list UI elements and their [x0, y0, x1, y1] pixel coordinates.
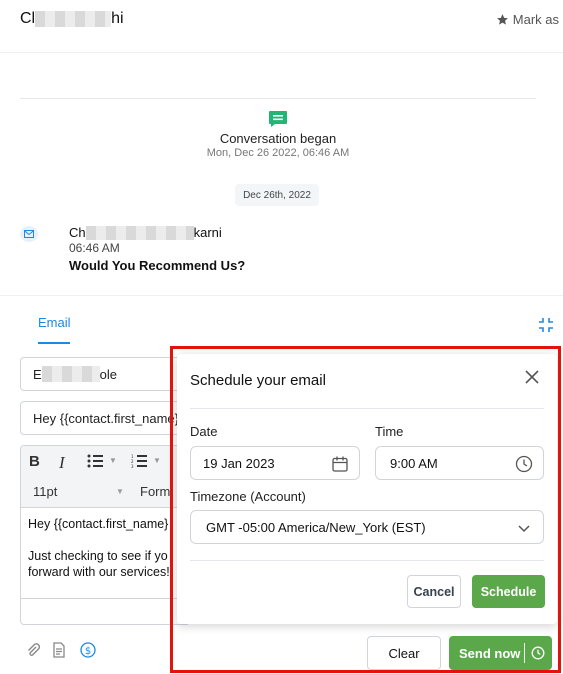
mark-as-button[interactable]: Mark as — [496, 12, 559, 27]
time-value: 9:00 AM — [390, 455, 438, 471]
chevron-down-icon[interactable] — [515, 519, 533, 537]
body-line: forward with our services! — [28, 565, 170, 579]
redacted-block — [85, 225, 194, 240]
date-input[interactable]: 19 Jan 2023 — [190, 446, 360, 480]
tab-email[interactable]: Email — [38, 315, 71, 330]
editor-body[interactable]: Hey {{contact.first_name} Just checking … — [28, 516, 170, 580]
sender-name-start: Ch — [69, 225, 86, 240]
date-value: 19 Jan 2023 — [203, 455, 275, 471]
sender-name-end: karni — [193, 225, 222, 240]
from-value-start: E — [33, 366, 42, 382]
close-icon[interactable] — [523, 368, 541, 386]
subject-field[interactable]: Hey {{contact.first_name} — [20, 401, 190, 435]
clock-icon[interactable] — [515, 455, 533, 473]
message-subject[interactable]: Would You Recommend Us? — [69, 258, 245, 273]
redacted-block — [35, 11, 112, 27]
document-icon[interactable] — [51, 642, 67, 658]
chat-icon — [269, 111, 287, 127]
schedule-button[interactable]: Schedule — [472, 575, 545, 608]
bold-icon[interactable]: B — [29, 453, 40, 470]
numbered-list-icon[interactable]: 1 2 3 — [131, 454, 147, 468]
editor-divider — [21, 598, 189, 599]
dollar-icon[interactable]: $ — [80, 642, 96, 658]
conversation-divider — [20, 98, 536, 99]
modal-divider — [190, 408, 544, 409]
email-editor[interactable]: B I ▼ 1 2 3 ▼ 11pt ▼ Form Hey {{contact.… — [20, 445, 190, 625]
cancel-button[interactable]: Cancel — [407, 575, 461, 608]
contact-name-end: hi — [111, 10, 124, 27]
format-select[interactable]: Form — [140, 484, 170, 499]
modal-title: Schedule your email — [190, 372, 326, 389]
clear-button[interactable]: Clear — [367, 636, 441, 670]
from-value-end: ole — [99, 366, 118, 382]
bullet-list-icon[interactable] — [87, 454, 103, 468]
timezone-value: GMT -05:00 America/New_York (EST) — [206, 519, 426, 535]
date-separator: Dec 26th, 2022 — [235, 184, 319, 206]
contact-name: Cl hi — [20, 10, 124, 28]
timezone-select[interactable]: GMT -05:00 America/New_York (EST) — [190, 510, 544, 544]
mark-as-label: Mark as — [512, 12, 559, 27]
date-label: Date — [190, 424, 218, 439]
body-line: Just checking to see if yo — [28, 549, 168, 563]
clock-icon[interactable] — [531, 646, 545, 660]
conversation-began-time: Mon, Dec 26 2022, 06:46 AM — [206, 147, 350, 159]
time-input[interactable]: 9:00 AM — [375, 446, 544, 480]
redacted-block — [41, 366, 100, 382]
italic-icon[interactable]: I — [59, 453, 65, 473]
time-label: Time — [375, 424, 404, 439]
star-icon — [496, 14, 508, 25]
conversation-began-title: Conversation began — [219, 131, 337, 146]
send-now-label: Send now — [459, 645, 521, 661]
chevron-down-icon[interactable]: ▼ — [153, 456, 161, 465]
header-divider — [0, 52, 563, 53]
send-now-button[interactable]: Send now — [449, 636, 552, 670]
svg-text:$: $ — [85, 646, 91, 657]
svg-text:3: 3 — [131, 464, 134, 468]
editor-toolbar: B I ▼ 1 2 3 ▼ 11pt ▼ Form — [21, 446, 189, 508]
calendar-icon[interactable] — [331, 455, 349, 473]
chevron-down-icon[interactable]: ▼ — [116, 487, 124, 496]
font-size-select[interactable]: 11pt — [33, 484, 57, 499]
message-time: 06:46 AM — [69, 241, 120, 255]
schedule-email-modal: Schedule your email Date 19 Jan 2023 Tim… — [177, 354, 557, 624]
composer-divider — [0, 295, 563, 296]
from-field[interactable]: E ole — [20, 357, 190, 391]
contact-name-start: Cl — [20, 10, 36, 27]
mail-icon — [20, 226, 38, 242]
message-sender: Ch karni — [69, 225, 222, 240]
body-line: Hey {{contact.first_name} — [28, 517, 169, 531]
attachment-icon[interactable] — [25, 642, 41, 658]
collapse-icon[interactable] — [538, 317, 554, 333]
send-divider — [524, 643, 525, 663]
modal-divider — [190, 560, 544, 561]
tab-email-underline — [38, 342, 70, 344]
timezone-label: Timezone (Account) — [190, 489, 306, 504]
chevron-down-icon[interactable]: ▼ — [109, 456, 117, 465]
